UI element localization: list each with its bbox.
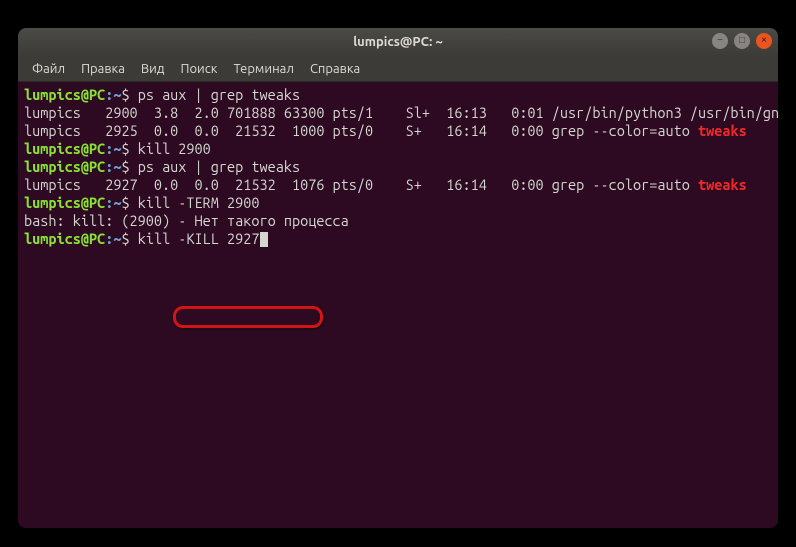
output-text: lumpics 2927 0.0 0.0 21532 1076 pts/0 S+… (24, 176, 698, 193)
terminal-line: lumpics@PC:~$ ps aux | grep tweaks (24, 158, 772, 176)
menu-search[interactable]: Поиск (172, 58, 225, 80)
prompt-dollar: $ (121, 158, 129, 175)
terminal-line: lumpics@PC:~$ kill 2900 (24, 140, 772, 158)
command-text: ps aux | grep tweaks (138, 158, 300, 175)
command-text: kill 2900 (138, 140, 211, 157)
output-text: bash: kill: (2900) - Нет такого процесса (24, 212, 349, 229)
prompt-dollar: $ (121, 86, 129, 103)
menu-file[interactable]: Файл (24, 58, 73, 80)
maximize-icon: □ (739, 36, 745, 46)
terminal-line: lumpics 2927 0.0 0.0 21532 1076 pts/0 S+… (24, 176, 772, 194)
minimize-icon: − (717, 36, 723, 46)
titlebar[interactable]: lumpics@PC: ~ − □ × (18, 28, 778, 56)
menu-terminal[interactable]: Терминал (225, 58, 301, 80)
grep-highlight: tweaks (698, 122, 747, 139)
prompt-dollar: $ (121, 194, 129, 211)
maximize-button[interactable]: □ (734, 33, 750, 49)
terminal-window: lumpics@PC: ~ − □ × Файл Правка Вид Поис… (18, 28, 778, 528)
close-button[interactable]: × (756, 33, 772, 49)
prompt-user: lumpics@PC (24, 140, 105, 157)
prompt-user: lumpics@PC (24, 194, 105, 211)
terminal-line: bash: kill: (2900) - Нет такого процесса (24, 212, 772, 230)
minimize-button[interactable]: − (712, 33, 728, 49)
terminal-line: lumpics@PC:~$ kill -TERM 2900 (24, 194, 772, 212)
terminal-line: lumpics@PC:~$ kill -KILL 2927 (24, 230, 772, 248)
output-text: lumpics 2900 3.8 2.0 701888 63300 pts/1 … (24, 104, 778, 121)
output-text: lumpics 2925 0.0 0.0 21532 1000 pts/0 S+… (24, 122, 698, 139)
menu-help[interactable]: Справка (302, 58, 368, 80)
window-controls: − □ × (712, 33, 772, 49)
prompt-user: lumpics@PC (24, 158, 105, 175)
window-title: lumpics@PC: ~ (353, 35, 443, 49)
command-text: ps aux | grep tweaks (138, 86, 300, 103)
close-icon: × (761, 36, 767, 46)
terminal-line: lumpics 2925 0.0 0.0 21532 1000 pts/0 S+… (24, 122, 772, 140)
terminal-body[interactable]: lumpics@PC:~$ ps aux | grep tweakslumpic… (18, 82, 778, 252)
terminal-line: lumpics@PC:~$ ps aux | grep tweaks (24, 86, 772, 104)
command-text: kill -TERM 2900 (138, 194, 260, 211)
prompt-user: lumpics@PC (24, 230, 105, 247)
command-text: kill -KILL 2927 (138, 230, 260, 247)
terminal-line: lumpics 2900 3.8 2.0 701888 63300 pts/1 … (24, 104, 772, 122)
annotation-highlight-box (173, 306, 323, 328)
menu-edit[interactable]: Правка (73, 58, 133, 80)
prompt-dollar: $ (121, 230, 129, 247)
prompt-user: lumpics@PC (24, 86, 105, 103)
grep-highlight: tweaks (698, 176, 747, 193)
menu-view[interactable]: Вид (133, 58, 173, 80)
menubar: Файл Правка Вид Поиск Терминал Справка (18, 56, 778, 82)
prompt-dollar: $ (121, 140, 129, 157)
cursor (260, 232, 268, 247)
